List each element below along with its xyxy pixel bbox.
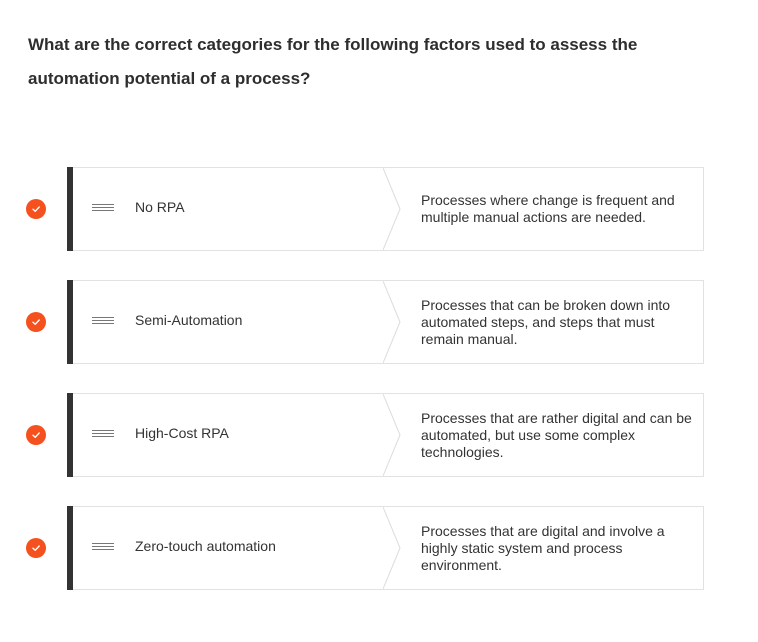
category-label[interactable]: Semi-Automation — [135, 312, 242, 328]
correct-check-icon — [26, 538, 46, 558]
match-row: No RPA Processes where change is frequen… — [0, 167, 758, 251]
correct-check-icon — [26, 425, 46, 445]
category-label[interactable]: Zero-touch automation — [135, 538, 276, 554]
match-row: Zero-touch automation Processes that are… — [0, 506, 758, 590]
match-card: Zero-touch automation Processes that are… — [73, 506, 704, 590]
drag-handle-icon[interactable] — [92, 204, 114, 214]
match-item: Zero-touch automation Processes that are… — [67, 506, 704, 590]
chevron-divider-icon — [383, 168, 401, 250]
description-text: Processes where change is frequent and m… — [421, 192, 675, 225]
match-item: Semi-Automation Processes that can be br… — [67, 280, 704, 364]
chevron-divider-icon — [383, 394, 401, 476]
drag-handle-icon[interactable] — [92, 430, 114, 440]
drag-handle-icon[interactable] — [92, 317, 114, 327]
correct-check-icon — [26, 199, 46, 219]
match-row: Semi-Automation Processes that can be br… — [0, 280, 758, 364]
description-text: Processes that are rather digital and ca… — [421, 409, 692, 460]
category-label[interactable]: No RPA — [135, 199, 185, 215]
description-text: Processes that can be broken down into a… — [421, 296, 671, 347]
question-title: What are the correct categories for the … — [28, 35, 638, 88]
match-card: High-Cost RPA Processes that are rather … — [73, 393, 704, 477]
category-label[interactable]: High-Cost RPA — [135, 425, 229, 441]
match-item: High-Cost RPA Processes that are rather … — [67, 393, 704, 477]
correct-check-icon — [26, 312, 46, 332]
description-text: Processes that are digital and involve a… — [421, 522, 665, 573]
match-item: No RPA Processes where change is frequen… — [67, 167, 704, 251]
chevron-divider-icon — [383, 281, 401, 363]
match-card: Semi-Automation Processes that can be br… — [73, 280, 704, 364]
chevron-divider-icon — [383, 507, 401, 589]
match-card: No RPA Processes where change is frequen… — [73, 167, 704, 251]
match-row: High-Cost RPA Processes that are rather … — [0, 393, 758, 477]
drag-handle-icon[interactable] — [92, 543, 114, 553]
